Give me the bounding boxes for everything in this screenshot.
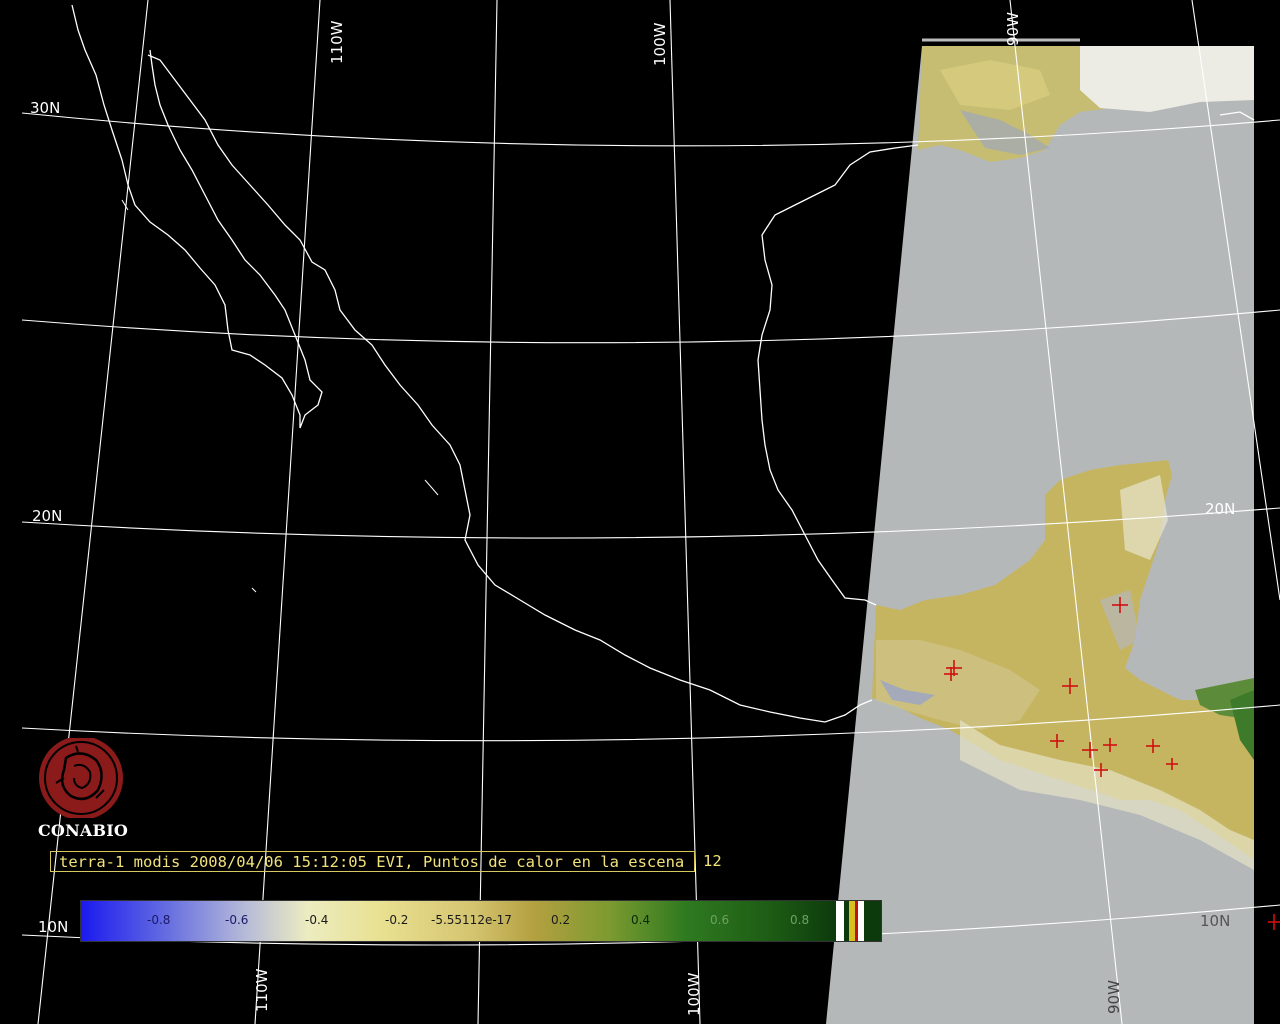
lon-label-110w-top: 110W [328, 20, 346, 64]
lon-label-110w-bottom: 110W [253, 968, 271, 1012]
lat-label-30n: 30N [30, 99, 61, 117]
scene-caption: terra-1 modis 2008/04/06 15:12:05 EVI, P… [50, 851, 695, 872]
colorbar-tick: 0.2 [551, 913, 571, 927]
colorbar-tick: 0.4 [631, 913, 651, 927]
colorbar-tick: 0.8 [790, 913, 810, 927]
colorbar-tick: -0.6 [225, 913, 249, 927]
colorbar-tick: -0.2 [385, 913, 409, 927]
colorbar-tick: -0.8 [147, 913, 171, 927]
lon-label-90w-bottom: 90W [1105, 980, 1123, 1014]
colorbar-tick: -5.55112e-17 [431, 913, 512, 927]
lat-label-20n-left: 20N [32, 507, 63, 525]
lon-label-100w-bottom: 100W [685, 972, 703, 1016]
conabio-seal-icon [39, 736, 123, 820]
lat-label-20n-right: 20N [1205, 500, 1236, 518]
conabio-logo [36, 736, 128, 822]
lat-label-10n-right: 10N [1200, 912, 1231, 930]
logo-text: CONABIO [38, 821, 129, 840]
colorbar-tick: 0.6 [710, 913, 730, 927]
lon-label-100w-top: 100W [651, 22, 669, 66]
lat-label-10n-left: 10N [38, 918, 69, 936]
lon-label-90w-top: 90W [1004, 12, 1022, 46]
evi-colorbar: -0.8 -0.6 -0.4 -0.2 -5.55112e-17 0.2 0.4… [80, 900, 882, 942]
colorbar-tick: -0.4 [305, 913, 329, 927]
hotspot-count: 12 [703, 852, 722, 870]
